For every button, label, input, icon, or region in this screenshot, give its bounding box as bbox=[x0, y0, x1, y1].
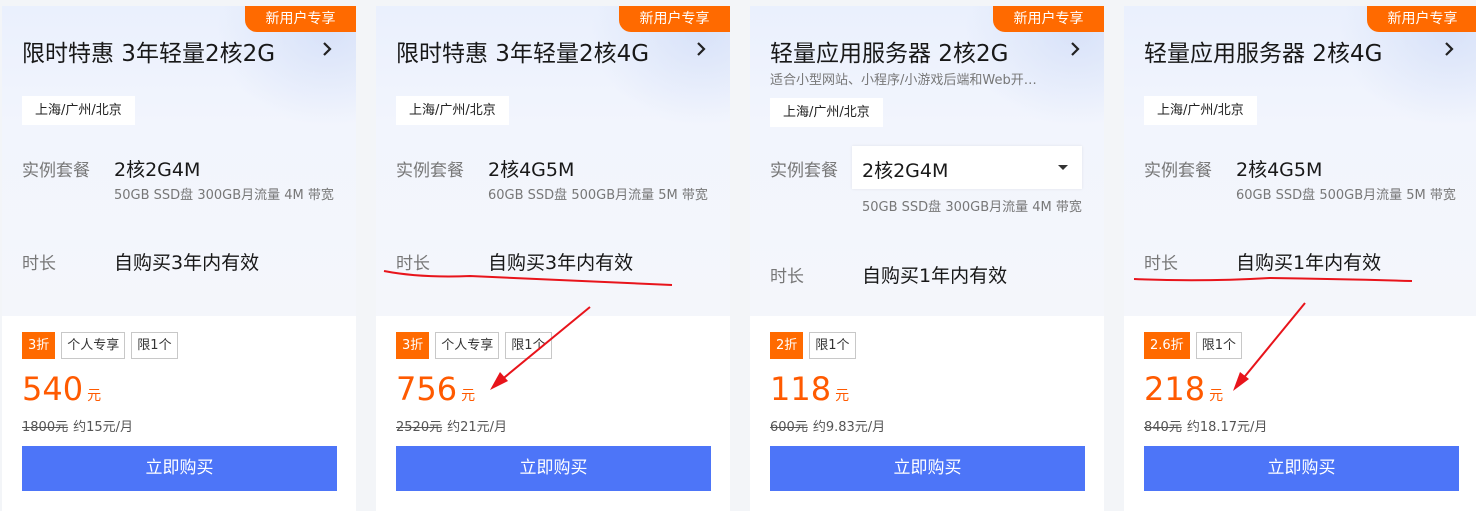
price-section: 2折 限1个 118 元 600元 约9.83元/月 立即购买 bbox=[750, 316, 1104, 511]
price-unit: 元 bbox=[1209, 388, 1224, 404]
spec-description: 60GB SSD盘 500GB月流量 5M 带宽 bbox=[1236, 188, 1456, 203]
monthly-price: 约21元/月 bbox=[447, 420, 508, 435]
offer-tag: 个人专享 bbox=[435, 332, 500, 359]
original-price: 840元 约18.17元/月 bbox=[1144, 416, 1267, 435]
original-price-strike: 2520元 bbox=[396, 420, 443, 435]
price: 540 元 bbox=[22, 370, 101, 408]
chevron-right-icon[interactable] bbox=[1442, 39, 1456, 59]
original-price: 2520元 约21元/月 bbox=[396, 416, 507, 435]
new-user-badge: 新用户专享 bbox=[619, 6, 730, 32]
instance-value: 2核4G5M bbox=[1236, 159, 1323, 181]
duration-label: 时长 bbox=[770, 267, 804, 287]
product-title[interactable]: 限时特惠 3年轻量2核2G bbox=[22, 34, 275, 68]
original-price: 600元 约9.83元/月 bbox=[770, 416, 885, 435]
tag-row: 2折 限1个 bbox=[770, 332, 856, 359]
chevron-right-icon[interactable] bbox=[320, 39, 334, 59]
duration-label: 时长 bbox=[22, 254, 56, 274]
instance-label: 实例套餐 bbox=[770, 161, 838, 181]
spec-description: 50GB SSD盘 300GB月流量 4M 带宽 bbox=[862, 200, 1082, 215]
discount-tag: 3折 bbox=[396, 332, 430, 359]
discount-tag: 2折 bbox=[770, 332, 804, 359]
price-value: 218 bbox=[1144, 370, 1206, 408]
instance-select-value: 2核2G4M bbox=[862, 160, 949, 182]
offer-tag: 个人专享 bbox=[61, 332, 126, 359]
price-value: 540 bbox=[22, 370, 84, 408]
price-value: 118 bbox=[770, 370, 832, 408]
product-card: 新用户专享 轻量应用服务器 2核4G 上海/广州/北京 实例套餐 2核4G5M … bbox=[1124, 6, 1476, 511]
region-tag: 上海/广州/北京 bbox=[1144, 96, 1257, 125]
product-card: 新用户专享 轻量应用服务器 2核2G 适合小型网站、小程序/小游戏后端和Web开… bbox=[750, 6, 1104, 511]
region-tag: 上海/广州/北京 bbox=[22, 96, 135, 125]
chevron-right-icon[interactable] bbox=[694, 39, 708, 59]
discount-tag: 3折 bbox=[22, 332, 56, 359]
duration-label: 时长 bbox=[1144, 254, 1178, 274]
instance-select[interactable]: 2核2G4M bbox=[852, 146, 1082, 189]
offer-tag: 限1个 bbox=[809, 332, 856, 359]
tag-row: 3折 个人专享 限1个 bbox=[22, 332, 178, 359]
region-tag: 上海/广州/北京 bbox=[770, 98, 883, 127]
price-unit: 元 bbox=[835, 388, 850, 404]
duration-label: 时长 bbox=[396, 254, 430, 274]
offer-tag: 限1个 bbox=[1195, 332, 1242, 359]
duration-value: 自购买1年内有效 bbox=[1236, 252, 1382, 274]
spec-description: 60GB SSD盘 500GB月流量 5M 带宽 bbox=[488, 188, 708, 203]
spec-description: 50GB SSD盘 300GB月流量 4M 带宽 bbox=[114, 188, 334, 203]
buy-button[interactable]: 立即购买 bbox=[22, 446, 337, 491]
caret-down-icon bbox=[1058, 165, 1068, 170]
buy-button[interactable]: 立即购买 bbox=[396, 446, 711, 491]
product-title[interactable]: 轻量应用服务器 2核4G bbox=[1144, 34, 1382, 68]
monthly-price: 约9.83元/月 bbox=[812, 420, 886, 435]
tag-row: 2.6折 限1个 bbox=[1144, 332, 1242, 359]
product-card: 新用户专享 限时特惠 3年轻量2核2G 上海/广州/北京 实例套餐 2核2G4M… bbox=[2, 6, 356, 511]
price-unit: 元 bbox=[87, 388, 102, 404]
price-section: 3折 个人专享 限1个 756 元 2520元 约21元/月 立即购买 bbox=[376, 316, 730, 511]
new-user-badge: 新用户专享 bbox=[993, 6, 1104, 32]
product-title[interactable]: 限时特惠 3年轻量2核4G bbox=[396, 34, 649, 68]
duration-value: 自购买1年内有效 bbox=[862, 265, 1008, 287]
buy-button[interactable]: 立即购买 bbox=[770, 446, 1085, 491]
price: 218 元 bbox=[1144, 370, 1223, 408]
original-price-strike: 1800元 bbox=[22, 420, 69, 435]
tag-row: 3折 个人专享 限1个 bbox=[396, 332, 552, 359]
instance-value: 2核4G5M bbox=[488, 159, 575, 181]
duration-value: 自购买3年内有效 bbox=[488, 252, 634, 274]
discount-tag: 2.6折 bbox=[1144, 332, 1190, 359]
instance-label: 实例套餐 bbox=[396, 161, 464, 181]
duration-value: 自购买3年内有效 bbox=[114, 252, 260, 274]
original-price: 1800元 约15元/月 bbox=[22, 416, 133, 435]
new-user-badge: 新用户专享 bbox=[1367, 6, 1476, 32]
monthly-price: 约18.17元/月 bbox=[1186, 420, 1268, 435]
price: 118 元 bbox=[770, 370, 849, 408]
product-subtitle: 适合小型网站、小程序/小游戏后端和Web开… bbox=[770, 73, 1037, 88]
price-section: 2.6折 限1个 218 元 840元 约18.17元/月 立即购买 bbox=[1124, 316, 1476, 511]
product-title[interactable]: 轻量应用服务器 2核2G bbox=[770, 34, 1008, 68]
buy-button[interactable]: 立即购买 bbox=[1144, 446, 1459, 491]
price-value: 756 bbox=[396, 370, 458, 408]
offer-tag: 限1个 bbox=[505, 332, 552, 359]
instance-label: 实例套餐 bbox=[1144, 161, 1212, 181]
original-price-strike: 840元 bbox=[1144, 420, 1182, 435]
instance-label: 实例套餐 bbox=[22, 161, 90, 181]
chevron-right-icon[interactable] bbox=[1068, 39, 1082, 59]
new-user-badge: 新用户专享 bbox=[245, 6, 356, 32]
instance-value: 2核2G4M bbox=[114, 159, 201, 181]
price: 756 元 bbox=[396, 370, 475, 408]
price-unit: 元 bbox=[461, 388, 476, 404]
original-price-strike: 600元 bbox=[770, 420, 808, 435]
price-section: 3折 个人专享 限1个 540 元 1800元 约15元/月 立即购买 bbox=[2, 316, 356, 511]
offer-tag: 限1个 bbox=[131, 332, 178, 359]
monthly-price: 约15元/月 bbox=[73, 420, 134, 435]
region-tag: 上海/广州/北京 bbox=[396, 96, 509, 125]
product-card: 新用户专享 限时特惠 3年轻量2核4G 上海/广州/北京 实例套餐 2核4G5M… bbox=[376, 6, 730, 511]
